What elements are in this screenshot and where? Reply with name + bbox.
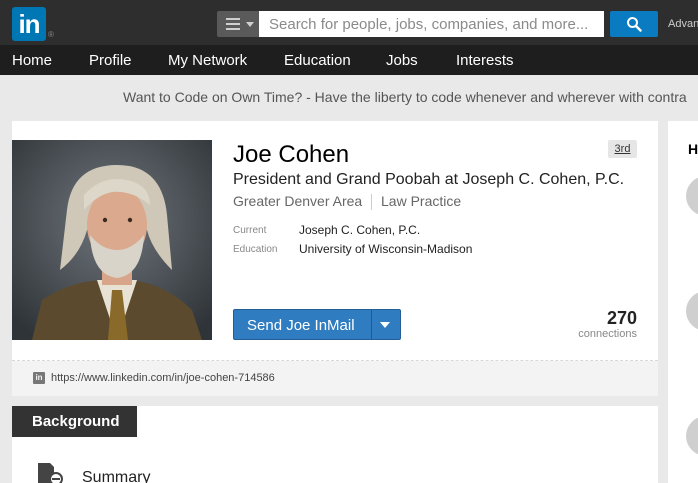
search-category-dropdown[interactable]	[217, 11, 259, 37]
profile-photo[interactable]	[12, 140, 212, 340]
summary-doc-icon	[38, 463, 63, 483]
current-label: Current	[233, 225, 267, 236]
education-label: Education	[233, 244, 278, 255]
connections-count: 270	[606, 308, 637, 328]
profile-industry[interactable]: Law Practice	[381, 193, 461, 209]
avatar[interactable]	[686, 291, 698, 331]
search-icon	[627, 17, 642, 32]
connections-label: connections	[578, 328, 637, 340]
menu-icon	[226, 18, 240, 30]
advanced-search-link[interactable]: Advanced	[668, 18, 698, 30]
nav-education[interactable]: Education	[284, 52, 351, 69]
profile-card: Joe Cohen President and Grand Poobah at …	[12, 121, 658, 396]
background-tab: Background	[12, 406, 137, 437]
linkedin-logo[interactable]: in	[12, 7, 46, 41]
public-profile-bar: in https://www.linkedin.com/in/joe-cohen…	[12, 361, 658, 396]
nav-profile[interactable]: Profile	[89, 52, 132, 69]
nav-interests[interactable]: Interests	[456, 52, 514, 69]
nav-home[interactable]: Home	[12, 52, 52, 69]
education-value[interactable]: University of Wisconsin-Madison	[299, 242, 472, 256]
main-nav: Home Profile My Network Education Jobs I…	[0, 45, 698, 75]
profile-photo-image	[12, 140, 212, 340]
ad-banner-text[interactable]: Want to Code on Own Time? - Have the lib…	[123, 89, 687, 105]
background-section: Background Summary	[12, 406, 658, 483]
send-inmail-button[interactable]: Send Joe InMail	[233, 309, 401, 340]
public-profile-url[interactable]: https://www.linkedin.com/in/joe-cohen-71…	[51, 372, 275, 384]
nav-jobs[interactable]: Jobs	[386, 52, 418, 69]
location-divider	[371, 194, 372, 210]
avatar[interactable]	[686, 176, 698, 216]
profile-name: Joe Cohen	[233, 141, 350, 168]
current-value[interactable]: Joseph C. Cohen, P.C.	[299, 223, 420, 237]
send-inmail-label: Send Joe InMail	[247, 317, 355, 334]
summary-heading: Summary	[82, 469, 151, 483]
top-bar: in ® Advanced	[0, 0, 698, 45]
profile-headline: President and Grand Poobah at Joseph C. …	[233, 171, 625, 188]
inmail-split-divider	[371, 310, 372, 339]
chevron-down-icon[interactable]	[380, 322, 390, 328]
profile-location[interactable]: Greater Denver Area	[233, 193, 362, 209]
sidebar-heading: H	[688, 141, 698, 157]
linkedin-mini-icon: in	[33, 372, 45, 384]
search-input[interactable]	[259, 11, 604, 37]
avatar[interactable]	[686, 416, 698, 456]
search-button[interactable]	[610, 11, 658, 37]
chevron-down-icon	[246, 22, 254, 27]
right-sidebar: H	[668, 121, 698, 483]
nav-my-network[interactable]: My Network	[168, 52, 247, 69]
connection-degree-badge: 3rd	[608, 140, 637, 158]
logo-registered-mark: ®	[48, 30, 54, 39]
